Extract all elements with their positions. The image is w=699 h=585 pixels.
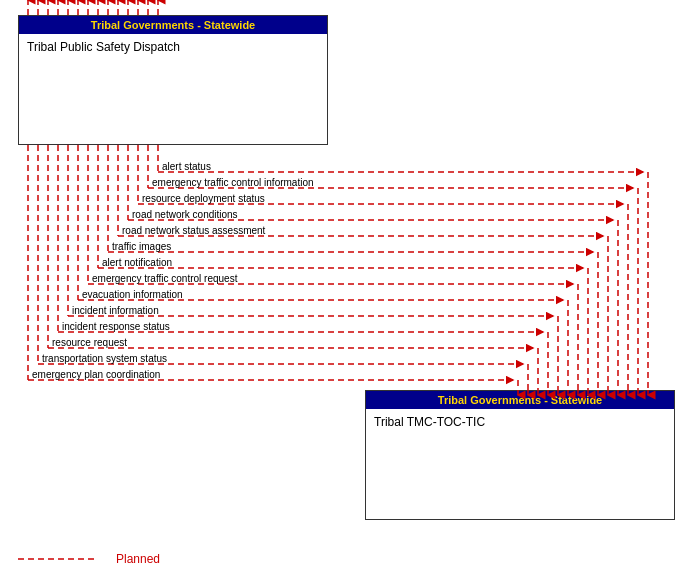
svg-text:resource deployment status: resource deployment status xyxy=(142,193,265,204)
dispatch-body: Tribal Public Safety Dispatch xyxy=(19,34,327,94)
legend-line-svg xyxy=(18,551,108,567)
diagram-container: Tribal Governments - Statewide Tribal Pu… xyxy=(0,0,699,585)
svg-text:road network status assessment: road network status assessment xyxy=(122,225,266,236)
svg-text:traffic images: traffic images xyxy=(112,241,171,252)
legend-label: Planned xyxy=(116,552,160,566)
svg-text:emergency plan coordination: emergency plan coordination xyxy=(32,369,160,380)
tmc-header: Tribal Governments - Statewide xyxy=(366,391,674,409)
tmc-body: Tribal TMC-TOC-TIC xyxy=(366,409,674,469)
svg-text:road network conditions: road network conditions xyxy=(132,209,238,220)
svg-text:evacuation information: evacuation information xyxy=(82,289,183,300)
svg-text:alert status: alert status xyxy=(162,161,211,172)
svg-text:incident information: incident information xyxy=(72,305,159,316)
svg-text:resource request: resource request xyxy=(52,337,127,348)
svg-text:incident response status: incident response status xyxy=(62,321,170,332)
legend: Planned xyxy=(18,551,160,567)
svg-text:emergency traffic control requ: emergency traffic control request xyxy=(92,273,238,284)
svg-text:transportation system status: transportation system status xyxy=(42,353,167,364)
tmc-box: Tribal Governments - Statewide Tribal TM… xyxy=(365,390,675,520)
svg-text:emergency traffic control info: emergency traffic control information xyxy=(152,177,314,188)
dispatch-box: Tribal Governments - Statewide Tribal Pu… xyxy=(18,15,328,145)
svg-text:alert notification: alert notification xyxy=(102,257,172,268)
dispatch-header: Tribal Governments - Statewide xyxy=(19,16,327,34)
